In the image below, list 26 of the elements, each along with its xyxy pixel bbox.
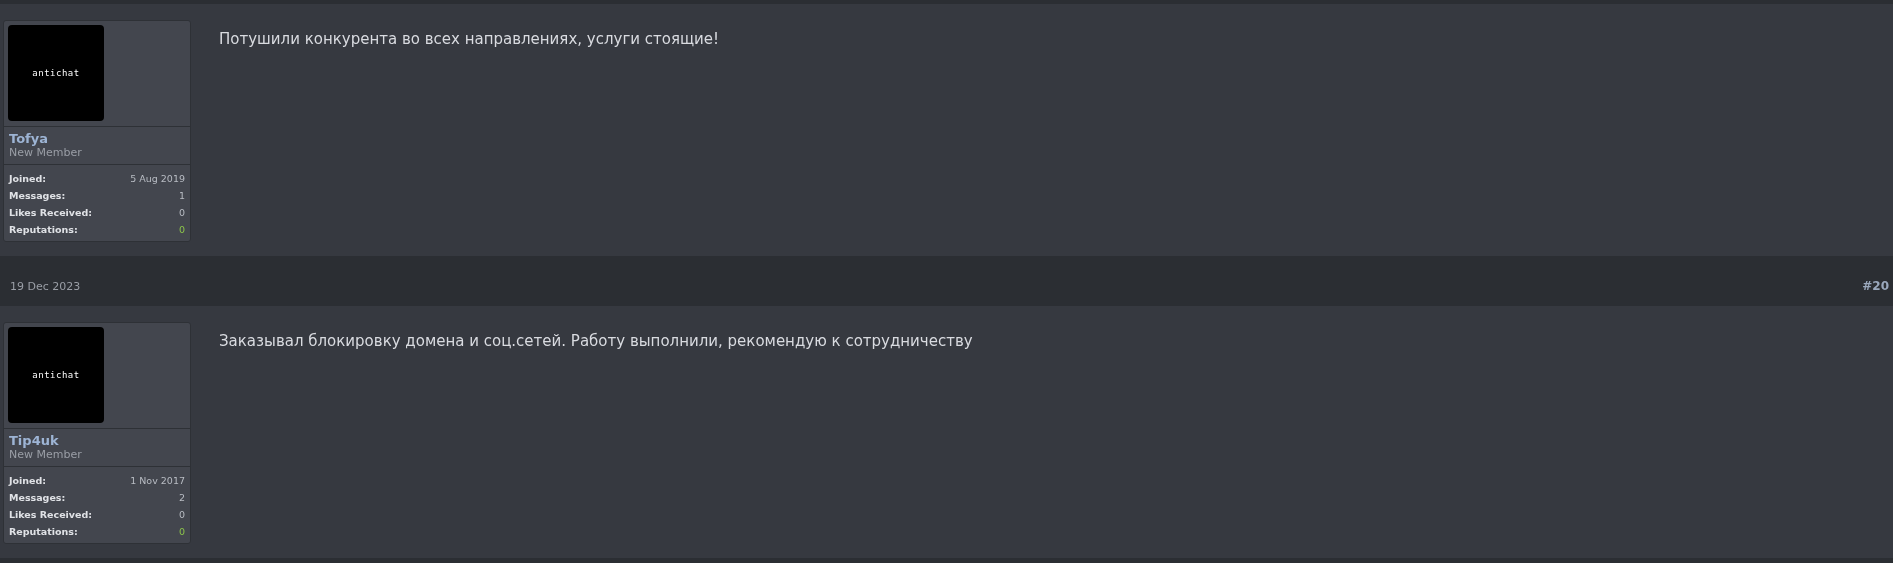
stat-label: Reputations: (9, 224, 78, 235)
avatar[interactable]: antichat (8, 25, 104, 121)
stat-label: Joined: (9, 173, 47, 184)
stat-label: Messages: (9, 190, 66, 201)
stat-value: 0 (178, 224, 185, 235)
message-text: Заказывал блокировку домена и соц.сетей. Работу выполнили, рекомендую к сотрудничеству (218, 331, 973, 352)
stat-label: Joined: (9, 475, 47, 486)
stat-value: 0 (178, 509, 185, 520)
stat-value: 1 (178, 190, 185, 201)
stat-value: 2 (178, 492, 185, 503)
stat-value: 1 Nov 2017 (130, 475, 185, 486)
user-title: New Member (9, 448, 82, 461)
user-title: New Member (9, 146, 82, 159)
avatar[interactable]: antichat (8, 327, 104, 423)
username[interactable]: Tip4uk (9, 433, 59, 448)
stat-label: Likes Received: (9, 509, 93, 520)
username[interactable]: Tofya (9, 131, 48, 146)
stat-value: 0 (178, 526, 185, 537)
message-text: Потушили конкурента во всех направлениях, услуги стоящие! (218, 29, 720, 50)
post-number[interactable]: #20 (1862, 269, 1889, 293)
stat-label: Likes Received: (9, 207, 93, 218)
stat-label: Reputations: (9, 526, 78, 537)
stat-label: Messages: (9, 492, 66, 503)
stat-value: 0 (178, 207, 185, 218)
stat-value: 5 Aug 2019 (130, 173, 185, 184)
post-date[interactable]: 19 Dec 2023 (10, 269, 81, 293)
